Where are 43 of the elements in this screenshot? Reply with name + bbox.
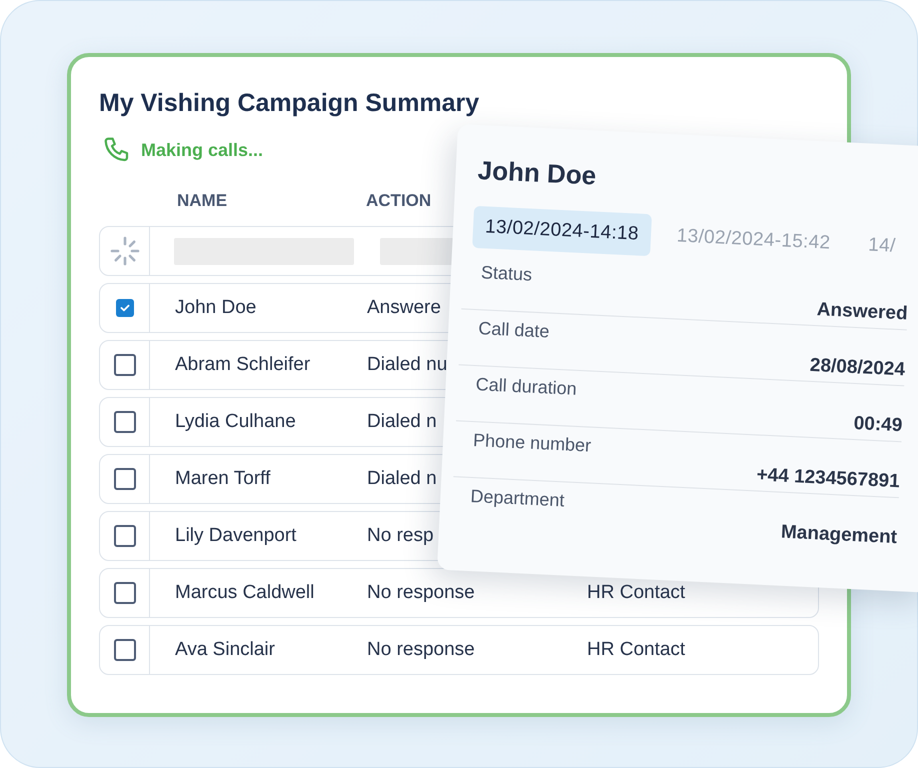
column-header: ACTION <box>366 191 432 211</box>
action-cell-text: No response <box>367 582 476 604</box>
checkbox[interactable] <box>114 639 136 661</box>
checkbox[interactable] <box>114 525 136 547</box>
checkbox[interactable] <box>114 411 136 433</box>
field-value: Answered <box>816 299 908 326</box>
name-cell-text: Lydia Culhane <box>175 411 297 433</box>
name-cell-text: Abram Schleifer <box>175 354 312 376</box>
field-value: +44 1234567891 <box>756 464 900 494</box>
name-cell-text: Marcus Caldwell <box>175 582 316 604</box>
status-text: Making calls... <box>141 140 264 160</box>
action-cell-text: Dialed nu <box>367 354 448 376</box>
table-cell: HR Contact <box>587 639 686 661</box>
action-cell-text: Dialed n <box>367 468 438 490</box>
loading-spinner-icon <box>110 236 140 266</box>
name-cell-text: John Doe <box>175 297 258 319</box>
check-icon <box>120 304 130 312</box>
table-cell: HR Contact <box>587 582 686 604</box>
action-cell-text: No response <box>367 639 476 661</box>
name-cell-text: Lily Davenport <box>175 525 298 547</box>
field-value: 28/08/2024 <box>809 354 906 382</box>
field-label: Status <box>480 262 532 286</box>
field-value: Management <box>780 522 898 550</box>
name-cell-text: Ava Sinclair <box>175 639 276 661</box>
field-label: Phone number <box>472 430 592 457</box>
date-tab[interactable]: 13/02/2024-14:18 <box>472 206 652 256</box>
action-cell-text: No resp <box>367 525 435 547</box>
date-tab[interactable]: 14/ <box>855 224 909 268</box>
field-label: Call duration <box>475 374 578 400</box>
action-cell-text: Dialed n <box>367 411 438 433</box>
field-label: Department <box>470 486 565 512</box>
column-header: NAME <box>177 191 228 211</box>
field-value: 00:49 <box>853 412 903 438</box>
checkbox[interactable] <box>114 468 136 490</box>
card-title: My Vishing Campaign Summary <box>99 89 480 118</box>
checkbox[interactable] <box>114 354 136 376</box>
contact-name: John Doe <box>477 155 598 193</box>
checkbox[interactable] <box>116 299 134 317</box>
checkbox[interactable] <box>114 582 136 604</box>
date-tab[interactable]: 13/02/2024-15:42 <box>664 214 844 266</box>
action-cell-text: Answere <box>367 297 442 319</box>
name-cell-text: Maren Torff <box>175 468 272 490</box>
field-label: Call date <box>478 318 550 343</box>
